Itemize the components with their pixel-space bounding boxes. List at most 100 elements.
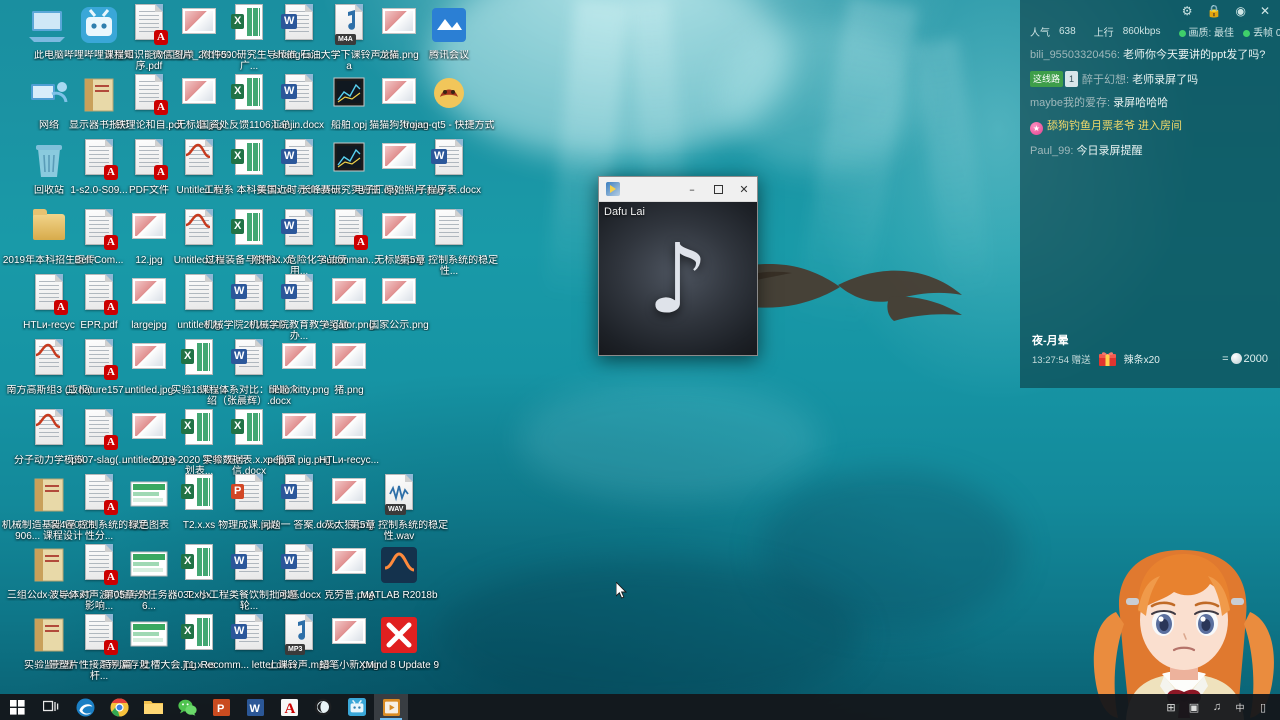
acrobat-icon: A	[280, 698, 298, 716]
text-doc-icon	[435, 209, 463, 245]
wechat-icon	[177, 699, 197, 716]
desktop-icon[interactable]: trojan-qt5 - 快捷方式	[399, 72, 499, 131]
vip-badge-icon: ★	[1030, 122, 1043, 135]
gift-item-icon	[1098, 351, 1116, 366]
trojan-app-icon	[434, 78, 464, 108]
desktop-icon-glyph	[376, 612, 422, 658]
desktop-icon-glyph	[376, 272, 422, 318]
close-icon[interactable]: ✕	[1260, 5, 1270, 17]
globe-app-button[interactable]	[306, 694, 340, 720]
xmind-icon	[381, 617, 417, 653]
desktop-icon-glyph: WAV	[376, 472, 422, 518]
popularity-value: 638	[1059, 25, 1076, 37]
desktop-icon-label: 猪.png	[334, 385, 364, 396]
chat-text: 录屏哈哈哈	[1113, 97, 1169, 109]
word-icon: W	[246, 698, 264, 716]
desktop-icon[interactable]: W 子程序表.docx	[399, 137, 499, 196]
chat-message: bili_95503320456: 老师你今天要讲的ppt发了吗?	[1030, 48, 1270, 62]
live-stream-chat-panel[interactable]: ⚙ 🔒 ◉ ✕ 人气 638 上行 860kbps 画质: 最佳 丢帧 0.0%…	[1020, 0, 1280, 388]
chat-message: Paul_99: 今日录屏提醒	[1030, 144, 1270, 158]
desktop-icon-glyph	[426, 2, 472, 48]
tray-ime-mode-icon[interactable]: 中	[1233, 700, 1247, 714]
vtuber-avatar	[1093, 550, 1274, 720]
desktop-icon[interactable]: HTLи-recyc...	[299, 407, 399, 466]
minimize-button[interactable]: –	[679, 177, 705, 202]
edge-button[interactable]	[68, 694, 102, 720]
desktop-icon[interactable]: MATLAB R2018b	[349, 542, 449, 601]
powerpoint-button[interactable]: P	[204, 694, 238, 720]
word-button[interactable]: W	[238, 694, 272, 720]
chat-username: 醉于幻想:	[1082, 74, 1130, 86]
settings-icon[interactable]: ⚙	[1182, 5, 1193, 17]
action-center-icon[interactable]: ▯	[1256, 700, 1270, 714]
globe-icon	[314, 698, 332, 716]
player-artwork-area[interactable]: Dafu Lai ♪	[599, 202, 757, 355]
framedrop-status: 丢帧 0.0%	[1243, 24, 1280, 39]
chat-username: bili_95503320456:	[1030, 49, 1120, 61]
desktop-icon-glyph	[326, 337, 372, 383]
tray-app-icon[interactable]: ▣	[1187, 700, 1201, 714]
chat-message-list[interactable]: bili_95503320456: 老师你今天要讲的ppt发了吗? 这线路 1 醉于幻…	[1020, 40, 1280, 158]
chat-username: Paul_99:	[1030, 145, 1074, 157]
start-button[interactable]	[0, 694, 34, 720]
desktop-icon[interactable]: 国家公示.png	[349, 272, 449, 331]
desktop-icon[interactable]: 第5章 控制系统的稳定性...	[399, 207, 499, 277]
media-player-icon	[606, 182, 620, 196]
ime-icon[interactable]: ⊞	[1164, 700, 1178, 714]
svg-text:W: W	[249, 703, 260, 715]
powerpoint-icon: P	[212, 698, 230, 716]
desktop-icon-label: XMind 8 Update 9	[358, 660, 440, 671]
image-file-icon	[332, 413, 366, 439]
desktop-icon[interactable]: 腾讯会议	[399, 2, 499, 61]
desktop-icon-grid: 此电脑 哔哩哔哩直播姬 A 课程知识能力实现顺序.pdf 微信图片_2019090...…	[0, 0, 498, 690]
acrobat-button[interactable]: A	[272, 694, 306, 720]
status-dot-framedrop	[1243, 29, 1251, 37]
desktop-icon-label: trojan-qt5 - 快捷方式	[403, 120, 495, 131]
coin-icon	[1230, 353, 1242, 364]
file-explorer-button[interactable]	[136, 694, 170, 720]
desktop-screen: 此电脑 哔哩哔哩直播姬 A 课程知识能力实现顺序.pdf 微信图片_2019090...…	[0, 0, 1280, 720]
popularity-label: 人气	[1030, 27, 1050, 39]
desktop-icon-glyph	[376, 542, 422, 588]
desktop-icon-label: 第5章 控制系统的稳定性.wav	[349, 520, 449, 542]
stream-stats-bar: 人气 638 上行 860kbps 画质: 最佳 丢帧 0.0%	[1020, 22, 1280, 40]
mouse-cursor	[616, 582, 628, 599]
upload-label: 上行	[1093, 27, 1114, 39]
lock-icon[interactable]: 🔒	[1207, 5, 1222, 17]
desktop-icon[interactable]: XMind 8 Update 9	[349, 612, 449, 671]
chat-control-bar: ⚙ 🔒 ◉ ✕	[1020, 0, 1280, 22]
camera-icon[interactable]: ◉	[1235, 5, 1245, 17]
bilibili-live-button[interactable]	[340, 694, 374, 720]
desktop-icon[interactable]: WAV 第5章 控制系统的稳定性.wav	[349, 472, 449, 542]
gift-notification: 夜-月晕 13:27:54 赠送 辣条x20 = 2000	[1020, 332, 1280, 366]
close-button[interactable]: ✕	[731, 177, 757, 202]
desktop-icon-glyph	[326, 407, 372, 453]
gift-item-label: 辣条x20	[1123, 355, 1160, 366]
taskbar[interactable]: P W A ⊞ ▣ ♫ 中 ▯	[0, 694, 1280, 720]
maximize-button[interactable]	[705, 177, 731, 202]
player-titlebar[interactable]: – ✕	[599, 177, 757, 202]
status-dot-quality	[1178, 29, 1186, 37]
chat-enter-notice: ★ 舔狗钓鱼月票老爷 进入房间	[1030, 119, 1270, 135]
media-player-window[interactable]: – ✕ Dafu Lai ♪	[598, 176, 758, 356]
chrome-button[interactable]	[102, 694, 136, 720]
music-note-icon: ♪	[647, 222, 709, 335]
desktop-icon-label: 国家公示.png	[369, 320, 429, 331]
system-tray[interactable]: ⊞ ▣ ♫ 中 ▯	[1164, 700, 1280, 714]
desktop-icon[interactable]: 猪.png	[299, 337, 399, 396]
media-player-button[interactable]	[374, 694, 408, 720]
gift-value: = 2000	[1222, 352, 1268, 365]
chrome-icon	[110, 698, 129, 716]
chat-text: 老师录屏了吗	[1132, 74, 1199, 86]
wechat-button[interactable]	[170, 694, 204, 720]
svg-text:P: P	[217, 703, 224, 715]
chat-message: maybe我的爱存: 录屏哈哈哈	[1030, 96, 1270, 110]
tray-speaker-icon[interactable]: ♫	[1210, 700, 1224, 714]
upload-value: 860kbps	[1122, 25, 1161, 37]
chat-message: 这线路 1 醉于幻想: 老师录屏了吗	[1030, 71, 1270, 87]
chat-text: 老师你今天要讲的ppt发了吗?	[1122, 49, 1266, 61]
quality-status: 画质: 最佳	[1178, 24, 1234, 39]
task-view-button[interactable]	[34, 694, 68, 720]
desktop-icon-label: MATLAB R2018b	[360, 590, 438, 601]
task-view-icon	[43, 700, 59, 712]
